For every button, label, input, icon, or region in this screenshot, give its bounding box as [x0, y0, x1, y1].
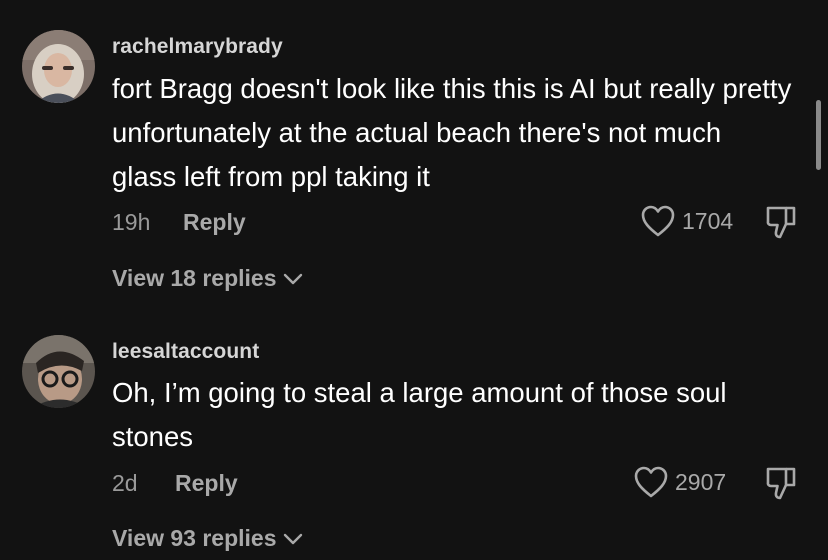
scrollbar[interactable] — [816, 100, 821, 170]
view-replies-button[interactable]: View 18 replies — [112, 265, 304, 292]
comment-time: 19h — [112, 209, 151, 235]
comment-username[interactable]: leesaltaccount — [112, 340, 259, 364]
thumbs-down-icon — [766, 467, 796, 500]
comment-text: Oh, I’m going to steal a large amount of… — [112, 377, 727, 452]
heart-outline-icon — [634, 466, 668, 498]
view-replies-button[interactable]: View 93 replies — [112, 525, 304, 552]
like-button[interactable]: 1704 — [640, 204, 733, 238]
comment-time: 2d — [112, 470, 138, 496]
view-replies-label: View 93 replies — [112, 525, 277, 551]
avatar-image — [22, 335, 95, 408]
comment-text: fort Bragg doesn't look like this this i… — [112, 73, 792, 192]
comment-username[interactable]: rachelmarybrady — [112, 35, 283, 59]
thumbs-down-icon — [766, 206, 796, 239]
avatar-image — [22, 30, 95, 103]
like-button[interactable]: 2907 — [633, 465, 726, 499]
chevron-down-icon — [283, 273, 302, 284]
like-count: 2907 — [675, 468, 727, 495]
chevron-down-icon — [283, 533, 302, 544]
dislike-button[interactable] — [764, 465, 798, 506]
heart-outline-icon — [641, 205, 675, 237]
like-count: 1704 — [682, 207, 734, 234]
view-replies-label: View 18 replies — [112, 265, 277, 291]
dislike-button[interactable] — [764, 204, 798, 245]
reply-button[interactable]: Reply — [175, 470, 238, 497]
avatar[interactable] — [22, 335, 95, 408]
avatar[interactable] — [22, 30, 95, 103]
reply-button[interactable]: Reply — [183, 209, 246, 236]
